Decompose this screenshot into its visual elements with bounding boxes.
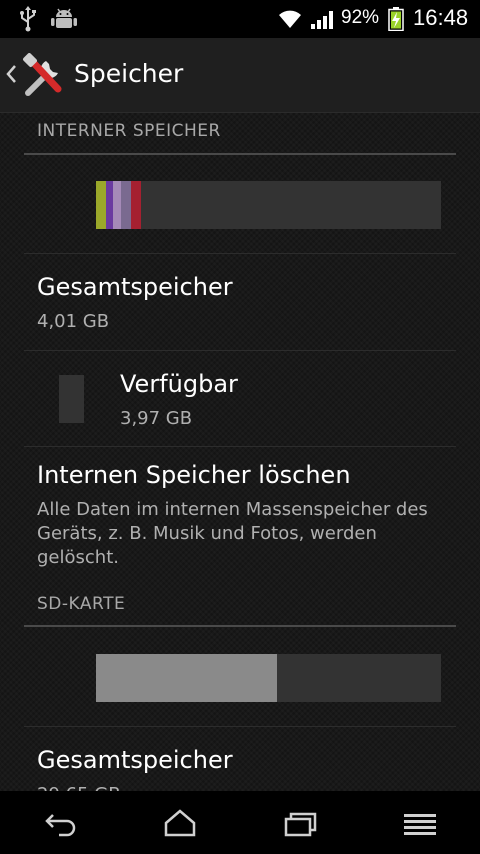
divider [24,253,456,254]
settings-tools-icon [23,53,62,96]
divider [24,350,456,351]
sd-usage-fill [96,654,277,702]
home-icon [164,809,196,837]
available-label: Verfügbar [120,370,238,398]
erase-internal-storage-title: Internen Speicher löschen [37,461,351,489]
android-debug-icon [51,8,77,28]
page-title: Speicher [74,59,184,88]
usage-segment [106,181,113,229]
usb-icon [20,6,36,32]
section-divider [24,153,456,155]
usage-segment [131,181,141,229]
erase-internal-storage-item[interactable]: Internen Speicher löschen Alle Daten im … [0,447,480,577]
divider [24,726,456,727]
nav-recent-apps-button[interactable] [270,801,330,845]
section-divider [24,625,456,627]
nav-home-button[interactable] [150,801,210,845]
status-bar: 92% 16:48 [0,0,480,38]
usage-segment [113,181,121,229]
erase-internal-storage-description: Alle Daten im internen Massenspeicher de… [37,499,428,568]
navigation-bar [0,791,480,854]
chevron-left-icon [6,65,16,83]
total-storage-value: 4,01 GB [37,311,110,332]
battery-charging-icon [388,7,404,31]
sd-total-storage-label: Gesamtspeicher [37,746,233,774]
wifi-icon [279,10,301,28]
section-header-internal-storage: INTERNER SPEICHER [37,121,221,141]
battery-percentage: 92% [341,7,380,28]
action-bar: Speicher [0,38,480,113]
up-navigation[interactable]: Speicher [0,38,184,112]
available-legend-swatch [59,375,84,423]
menu-icon [404,814,436,835]
usage-segment [121,181,131,229]
nav-menu-button[interactable] [390,801,450,845]
clock: 16:48 [413,5,469,30]
total-storage-label: Gesamtspeicher [37,273,233,301]
usage-segment [96,181,106,229]
sd-card-usage-bar [96,654,441,702]
signal-icon [311,11,333,29]
section-header-sd-card: SD-KARTE [37,594,126,614]
internal-storage-usage-bar [96,181,441,229]
back-icon [45,814,76,837]
nav-back-button[interactable] [31,801,91,845]
available-value: 3,97 GB [120,408,193,429]
recent-apps-icon [284,812,317,837]
